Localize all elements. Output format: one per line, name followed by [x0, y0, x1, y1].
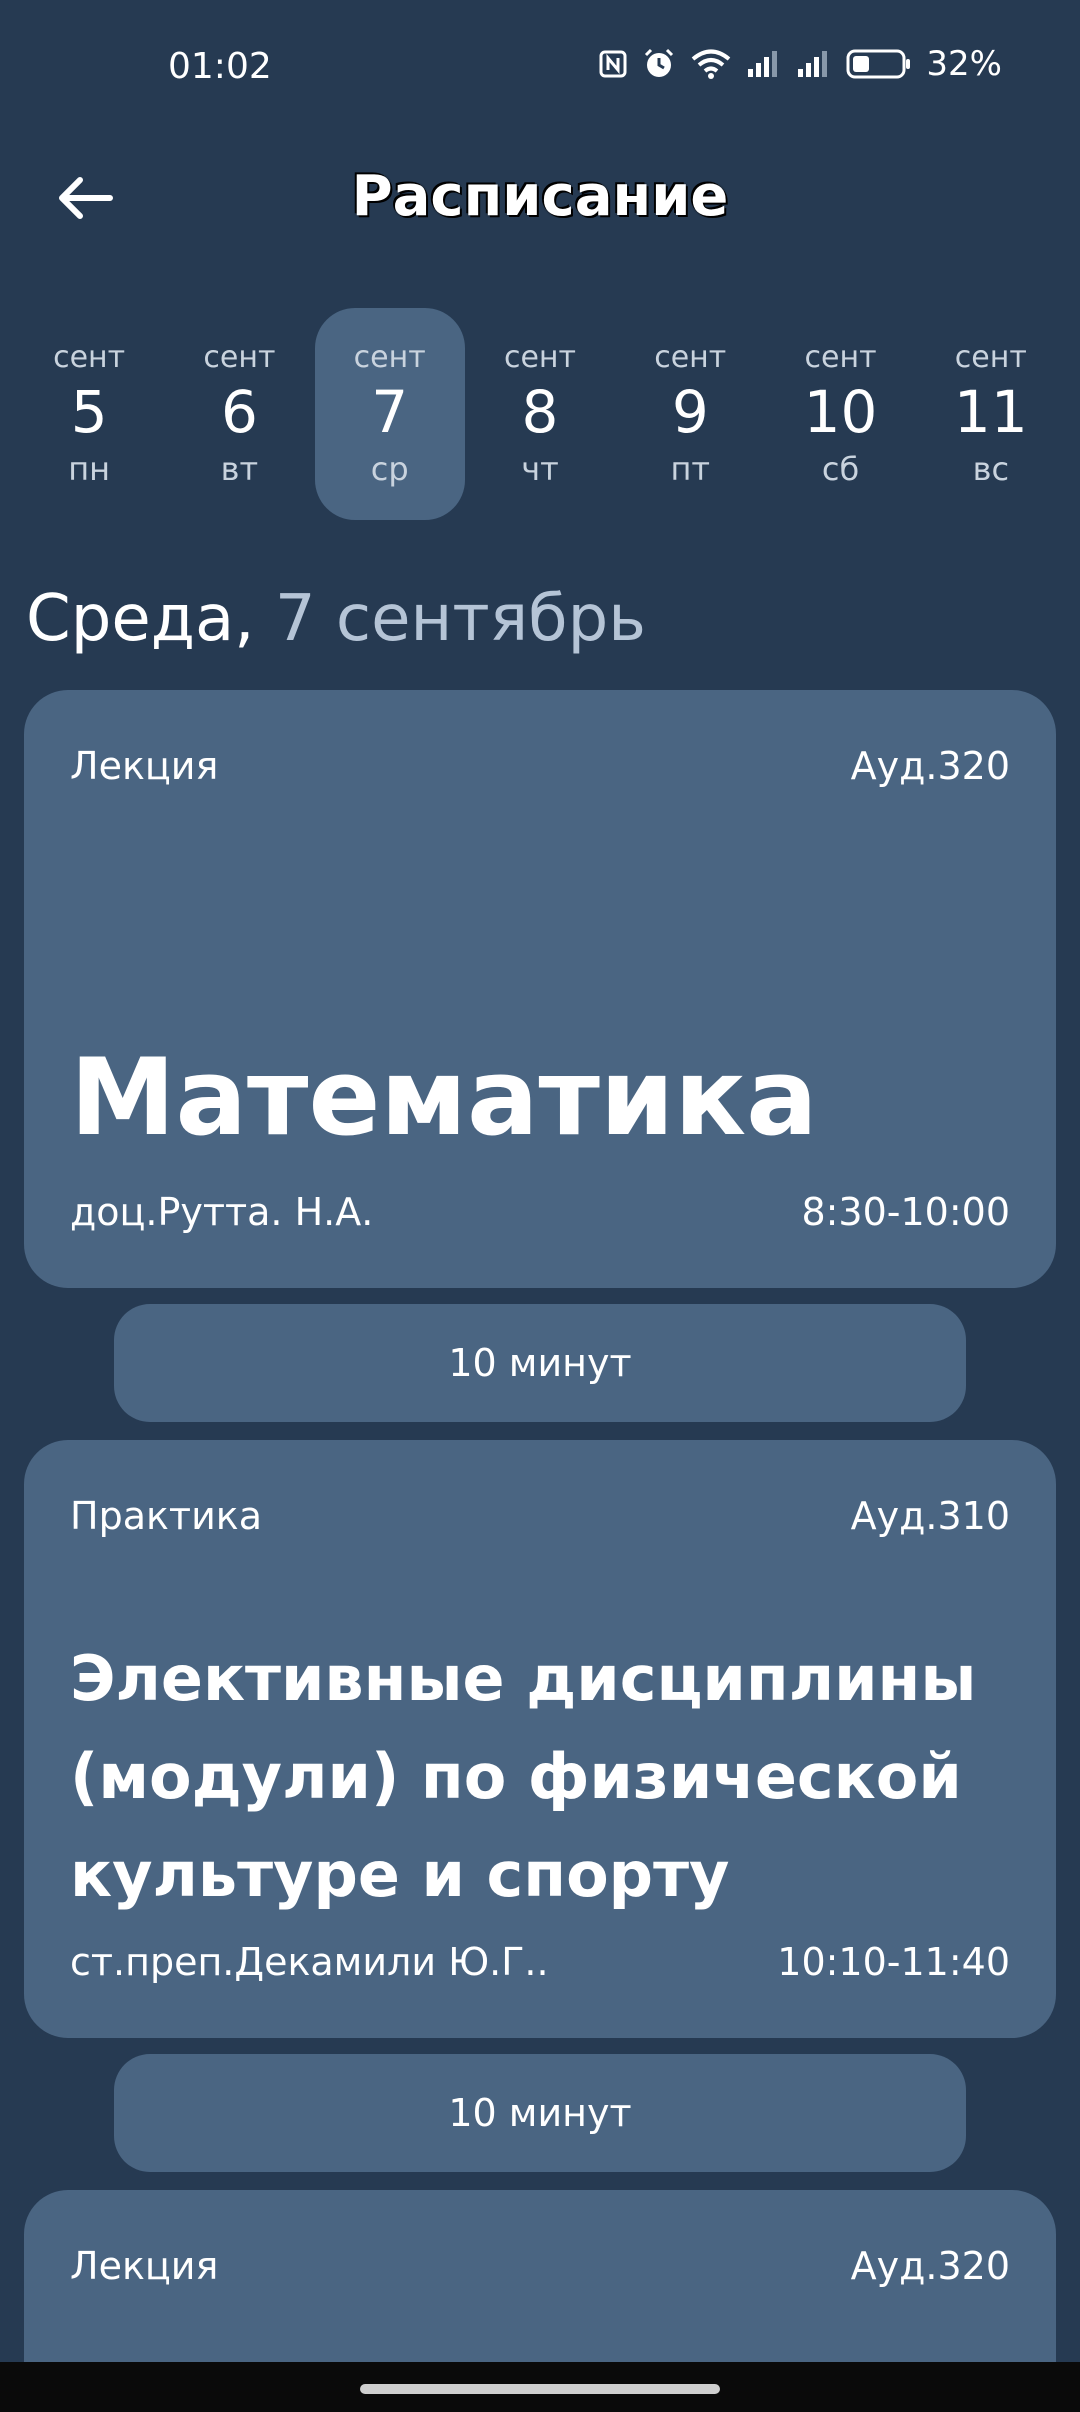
signal-icon — [746, 49, 782, 79]
day-weekday: ср — [370, 450, 409, 489]
lesson-footer: ст.преп.Декамили Ю.Г.. 10:10-11:40 — [70, 1940, 1010, 1984]
lesson-footer: доц.Рутта. Н.А. 8:30-10:00 — [70, 1190, 1010, 1234]
home-gesture-handle[interactable] — [360, 2384, 720, 2394]
day-weekday: пн — [68, 450, 111, 489]
lesson-type: Практика — [70, 1494, 263, 1538]
day-weekday: сб — [821, 450, 860, 489]
lesson-subject: Элективные дисциплины (модули) по физиче… — [70, 1642, 977, 1911]
battery-icon — [846, 48, 912, 80]
day-weekday: вс — [972, 450, 1010, 489]
page-title: Расписание — [351, 164, 729, 229]
app-header: Расписание — [0, 150, 1080, 240]
lesson-teacher: ст.преп.Декамили Ю.Г.. — [70, 1940, 549, 1984]
day-weekday: пт — [670, 450, 711, 489]
break-indicator: 10 минут — [114, 2054, 966, 2172]
status-bar: 01:02 32% — [0, 0, 1080, 130]
day-cell[interactable]: сент 8 чт — [465, 308, 615, 520]
selected-weekday: Среда, — [26, 582, 255, 656]
day-number: 8 — [521, 377, 559, 446]
nfc-icon — [598, 49, 628, 79]
day-cell[interactable]: сент 10 сб — [765, 308, 915, 520]
day-number: 5 — [70, 377, 108, 446]
day-cell[interactable]: сент 9 пт — [615, 308, 765, 520]
lesson-meta: Лекция Ауд.320 — [70, 2244, 1010, 2288]
day-month: сент — [53, 339, 126, 375]
day-month: сент — [353, 339, 426, 375]
status-time: 01:02 — [168, 46, 272, 87]
week-strip: сент 5 пн сент 6 вт сент 7 ср сент 8 чт … — [14, 308, 1066, 520]
day-cell-selected[interactable]: сент 7 ср — [314, 308, 465, 520]
lesson-teacher: доц.Рутта. Н.А. — [70, 1190, 374, 1234]
day-number: 6 — [220, 377, 258, 446]
break-indicator: 10 минут — [114, 1304, 966, 1422]
day-number: 9 — [671, 377, 709, 446]
lesson-type: Лекция — [70, 2244, 219, 2288]
lesson-meta: Практика Ауд.310 — [70, 1494, 1010, 1538]
wifi-icon — [690, 48, 732, 80]
lesson-card[interactable]: Практика Ауд.310 Элективные дисциплины (… — [24, 1440, 1056, 2038]
lesson-meta: Лекция Ауд.320 — [70, 744, 1010, 788]
lesson-time: 10:10-11:40 — [777, 1940, 1010, 1984]
day-month: сент — [503, 339, 576, 375]
day-weekday: чт — [521, 450, 559, 489]
day-cell[interactable]: сент 5 пн — [14, 308, 164, 520]
signal-icon — [796, 49, 832, 79]
selected-date-heading: Среда, 7 сентябрь — [26, 582, 646, 656]
lesson-room: Ауд.310 — [850, 1494, 1010, 1538]
day-weekday: вт — [220, 450, 259, 489]
lesson-time: 8:30-10:00 — [801, 1190, 1010, 1234]
system-nav-bar — [0, 2362, 1080, 2412]
lesson-card[interactable]: Лекция Ауд.320 Математика доц.Рутта. Н.А… — [24, 690, 1056, 1288]
day-cell[interactable]: сент 11 вс — [916, 308, 1066, 520]
day-number: 7 — [371, 377, 409, 446]
alarm-icon — [642, 47, 676, 81]
day-month: сент — [954, 339, 1027, 375]
status-icons: 32% — [598, 44, 1002, 84]
selected-date: 7 сентябрь — [274, 582, 646, 656]
day-month: сент — [654, 339, 727, 375]
day-month: сент — [804, 339, 877, 375]
lesson-subject: Математика — [70, 1036, 818, 1159]
lesson-type: Лекция — [70, 744, 219, 788]
day-number: 10 — [803, 377, 878, 446]
lesson-room: Ауд.320 — [850, 744, 1010, 788]
lesson-room: Ауд.320 — [850, 2244, 1010, 2288]
day-month: сент — [203, 339, 276, 375]
day-cell[interactable]: сент 6 вт — [164, 308, 314, 520]
battery-percent: 32% — [926, 44, 1002, 84]
day-number: 11 — [953, 377, 1028, 446]
schedule-screen: 01:02 32% Расписание сент 5 пн сент 6 вт… — [0, 0, 1080, 2412]
